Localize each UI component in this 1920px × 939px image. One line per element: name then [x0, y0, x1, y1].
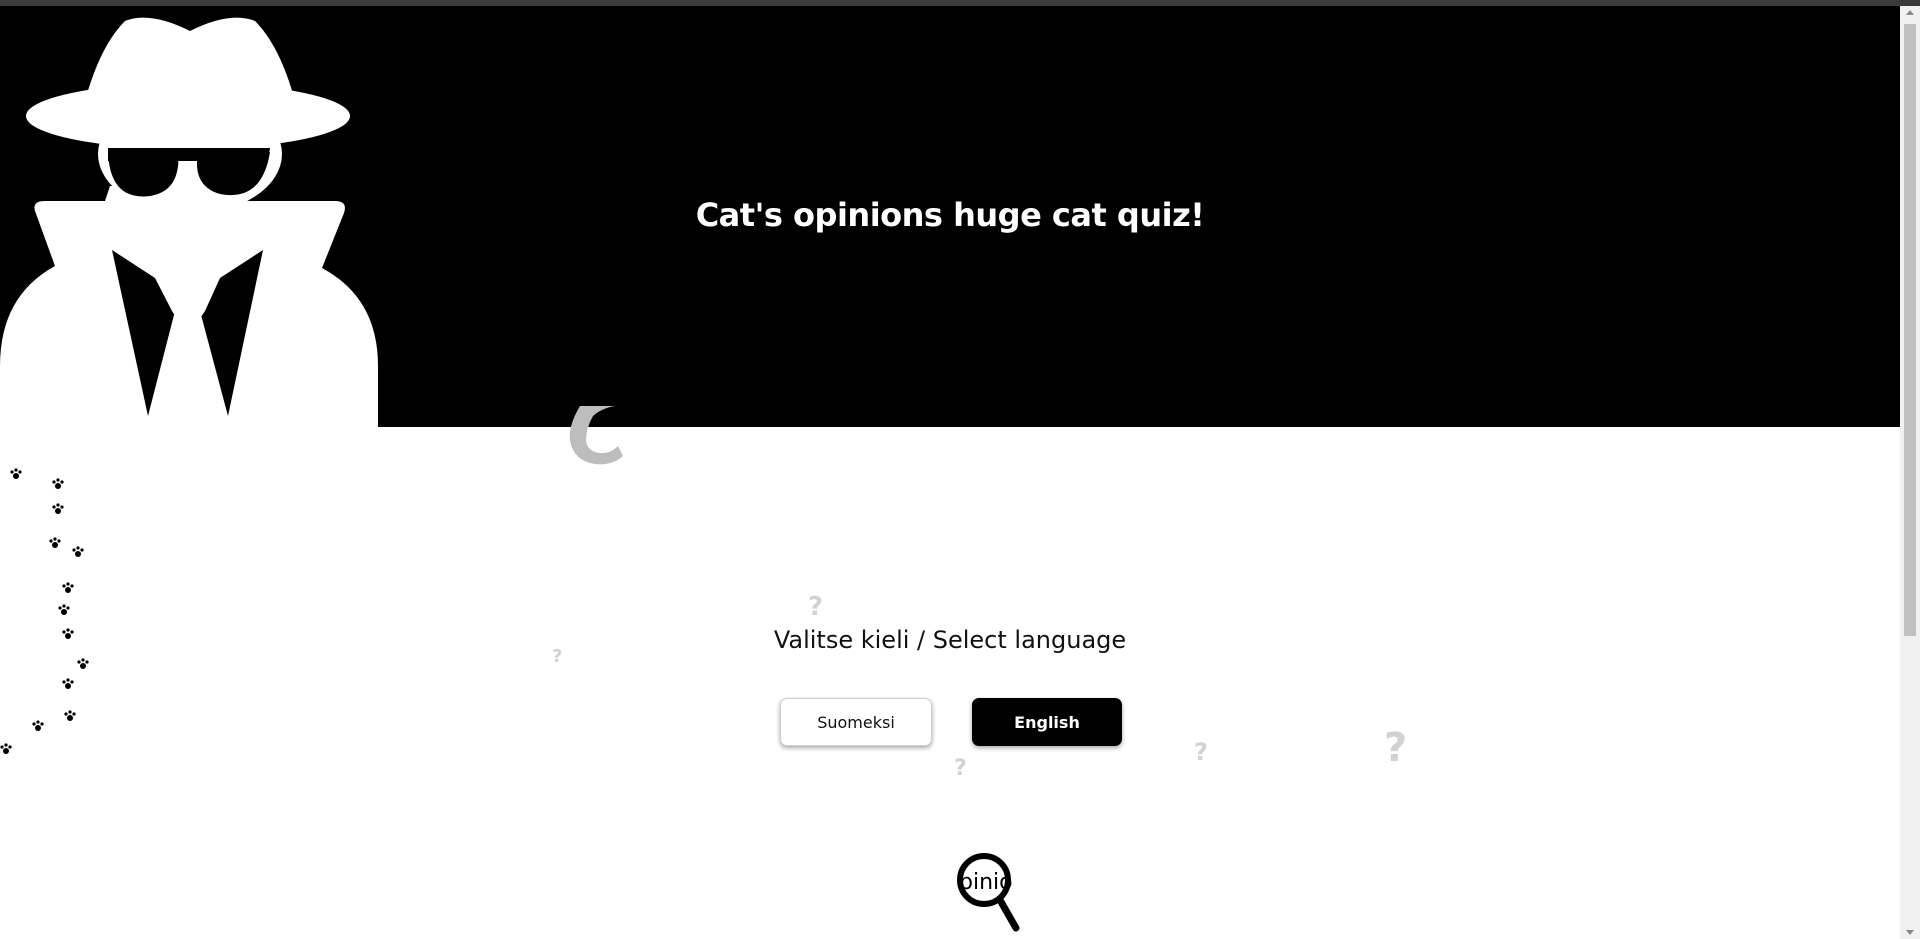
paw-print-icon: [0, 468, 89, 754]
language-prompt: Valitse kieli / Select language: [773, 626, 1127, 654]
scroll-thumb[interactable]: [1904, 24, 1916, 636]
question-mark-icon: ?: [1384, 725, 1408, 771]
scroll-down-arrow-icon[interactable]: [1906, 930, 1914, 935]
scroll-up-arrow-icon[interactable]: [1906, 10, 1914, 15]
magnifier-icon: [957, 853, 1020, 932]
vertical-scrollbar[interactable]: [1900, 6, 1920, 939]
question-mark-icon: ?: [808, 592, 824, 622]
quiz-page: Cat's opinions huge cat quiz! ? ? ? ? ? …: [0, 6, 1900, 939]
question-mark-icon: ?: [1194, 738, 1208, 766]
english-button[interactable]: English: [972, 698, 1122, 746]
finnish-button[interactable]: Suomeksi: [780, 698, 932, 746]
question-mark-icon: ?: [954, 756, 967, 781]
header-banner: Cat's opinions huge cat quiz!: [0, 6, 1900, 431]
swirl-icon: [569, 406, 623, 465]
page-title: Cat's opinions huge cat quiz!: [695, 196, 1205, 234]
